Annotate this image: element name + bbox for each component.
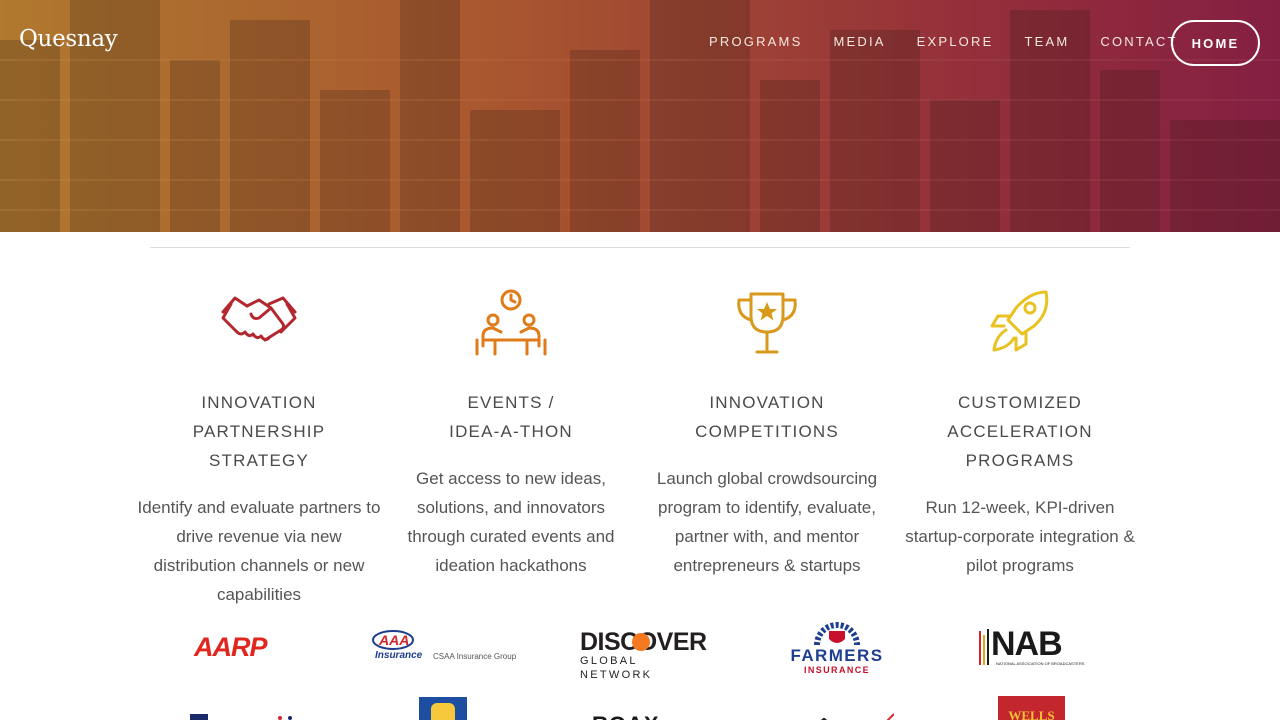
feature-title: INNOVATION COMPETITIONS bbox=[695, 393, 839, 441]
main-nav: PROGRAMS MEDIA EXPLORE TEAM CONTACT bbox=[709, 34, 1209, 49]
feature-acceleration: CUSTOMIZED ACCELERATION PROGRAMS Run 12-… bbox=[895, 286, 1145, 580]
aarp-logo: AARP bbox=[194, 632, 268, 662]
roax-logo: ROAX bbox=[592, 712, 660, 720]
farmers-insurance-logo: FARMERS INSURANCE bbox=[783, 621, 891, 676]
aaa-insurance-label: Insurance bbox=[375, 650, 423, 661]
nav-team[interactable]: TEAM bbox=[1024, 34, 1069, 49]
nav-contact[interactable]: CONTACT bbox=[1100, 34, 1177, 49]
farmers-shield-icon bbox=[814, 622, 860, 646]
csaa-label: CSAA Insurance Group bbox=[433, 652, 517, 661]
feature-partnership: INNOVATION PARTNERSHIP STRATEGY Identify… bbox=[134, 286, 384, 609]
feature-description: Launch global crowdsourcing program to i… bbox=[656, 469, 878, 575]
brand-logo[interactable]: Quesnay bbox=[19, 26, 118, 52]
nab-subtitle: NATIONAL ASSOCIATION OF BROADCASTERS bbox=[996, 661, 1085, 666]
rbc-logo bbox=[419, 697, 467, 720]
farmers-subtitle: INSURANCE bbox=[803, 665, 871, 675]
feature-description: Get access to new ideas, solutions, and … bbox=[407, 469, 615, 575]
home-button[interactable]: HOME bbox=[1171, 20, 1260, 66]
aaa-emblem-icon: AAA bbox=[372, 630, 414, 650]
farmers-wordmark: FARMERS bbox=[790, 646, 884, 665]
section-divider bbox=[150, 247, 1130, 248]
feature-description: Identify and evaluate partners to drive … bbox=[137, 498, 381, 604]
nav-programs[interactable]: PROGRAMS bbox=[709, 34, 802, 49]
nav-explore[interactable]: EXPLORE bbox=[917, 34, 994, 49]
feature-title: CUSTOMIZED ACCELERATION PROGRAMS bbox=[947, 393, 1093, 470]
feature-title: EVENTS / IDEA-A-THON bbox=[449, 393, 573, 441]
partial-logo-blue bbox=[190, 714, 292, 720]
discover-orb-icon bbox=[632, 633, 650, 651]
feature-events: EVENTS / IDEA-A-THON Get access to new i… bbox=[386, 286, 636, 580]
nab-wordmark: NAB bbox=[991, 625, 1063, 663]
feature-description: Run 12-week, KPI-driven startup-corporat… bbox=[905, 498, 1135, 575]
svg-text:AAA: AAA bbox=[378, 632, 409, 648]
partial-logo-red bbox=[821, 713, 894, 720]
nav-media[interactable]: MEDIA bbox=[833, 34, 885, 49]
hero-banner: Quesnay PROGRAMS MEDIA EXPLORE TEAM CONT… bbox=[0, 0, 1280, 232]
wells-fargo-logo: WELLS bbox=[998, 696, 1065, 720]
discover-logo: DISCOVER GLOBAL NETWORK bbox=[580, 630, 707, 682]
feature-title: INNOVATION PARTNERSHIP STRATEGY bbox=[192, 393, 326, 470]
handshake-icon bbox=[221, 296, 297, 342]
feature-competitions: INNOVATION COMPETITIONS Launch global cr… bbox=[642, 286, 892, 580]
rocket-icon bbox=[990, 290, 1049, 352]
trophy-icon bbox=[737, 292, 797, 354]
discover-subtitle: GLOBAL NETWORK bbox=[580, 655, 653, 681]
meeting-table-icon bbox=[475, 289, 547, 356]
